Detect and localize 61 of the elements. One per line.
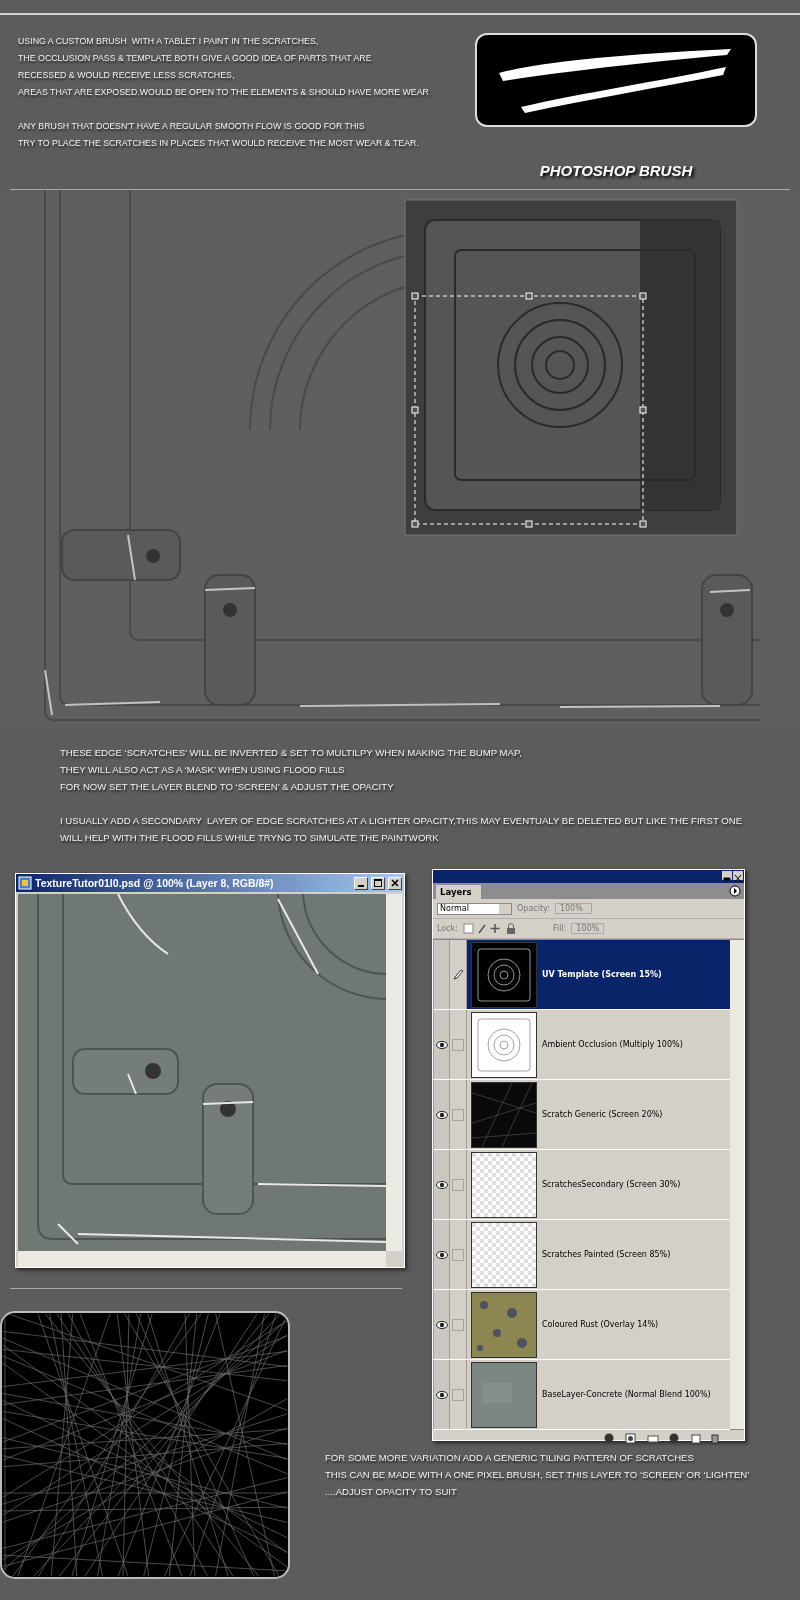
layer-thumbnail xyxy=(472,1222,536,1287)
layer-row[interactable]: Ambient Occlusion (Multiply 100%) xyxy=(433,1010,730,1080)
instruction-paragraph: THESE EDGE ‘SCRATCHES’ WILL BE INVERTED & SET TO MULTILPY WHEN MAKING THE BUMP MAP, THEY WILL ALSO ACT AS A ‘MASK’ WHEN USING FLOOD FILLS FOR NOW SET THE LAYER BLEND TO ‘SCREEN’ & ADJUST THE OPACITY xyxy=(60,746,523,794)
layer-row[interactable]: UV Template (Screen 15%) xyxy=(433,940,730,1010)
visibility-cell[interactable] xyxy=(433,1080,450,1149)
layer-name: Scratches Painted (Screen 85%) xyxy=(542,1250,671,1259)
minimize-button[interactable] xyxy=(354,876,368,890)
layer-row[interactable]: Scratch Generic (Screen 20%) xyxy=(433,1080,730,1150)
minimize-button[interactable] xyxy=(722,871,732,880)
close-icon xyxy=(389,877,401,889)
eye-icon xyxy=(435,1180,448,1189)
layer-row[interactable]: BaseLayer-Concrete (Normal Blend 100%) xyxy=(433,1360,730,1430)
layer-name: Ambient Occlusion (Multiply 100%) xyxy=(542,1040,683,1049)
eye-icon xyxy=(435,1320,448,1329)
instruction-paragraph: FOR SOME MORE VARIATION ADD A GENERIC TILING PATTERN OF SCRATCHES THIS CAN BE MADE WITH A ONE PIXEL BRUSH, SET THIS LAYER TO ‘SCREEN’ OR ‘LIGHTEN’ ....ADJUST OPACITY TO SUIT xyxy=(325,1451,750,1499)
eye-icon xyxy=(435,1250,448,1259)
layer-name: BaseLayer-Concrete (Normal Blend 100%) xyxy=(542,1390,711,1399)
visibility-cell[interactable] xyxy=(433,1360,450,1429)
visibility-cell[interactable] xyxy=(433,1220,450,1289)
close-icon xyxy=(733,874,743,883)
layer-thumbnail xyxy=(472,1152,536,1217)
layer-row[interactable]: Scratches Painted (Screen 85%) xyxy=(433,1220,730,1290)
eye-icon xyxy=(435,1110,448,1119)
vertical-scrollbar[interactable] xyxy=(386,894,402,1251)
lock-label: Lock: xyxy=(437,924,458,933)
layer-name: UV Template (Screen 15%) xyxy=(542,970,662,979)
brush-caption: PHOTOSHOP BRUSH xyxy=(539,162,693,179)
close-button[interactable] xyxy=(733,871,743,880)
eye-icon xyxy=(435,1390,448,1399)
layer-name: Scratch Generic (Screen 20%) xyxy=(542,1110,663,1119)
fill-label: Fill: xyxy=(552,924,567,933)
window-title: TextureTutor01l0.psd @ 100% (Layer 8, RGB/8#) xyxy=(35,877,275,889)
eye-icon xyxy=(435,1040,448,1049)
layer-row[interactable]: ScratchesSecondary (Screen 30%) xyxy=(433,1150,730,1220)
document-icon xyxy=(18,876,32,890)
layer-thumbnail xyxy=(472,1292,536,1357)
layer-thumbnail xyxy=(472,1362,536,1427)
maximize-icon xyxy=(372,877,384,889)
horizontal-scrollbar[interactable] xyxy=(18,1251,386,1267)
visibility-cell[interactable] xyxy=(433,1290,450,1359)
layer-row[interactable]: Coloured Rust (Overlay 14%) xyxy=(433,1290,730,1360)
blend-mode-dropdown[interactable]: Normal xyxy=(437,902,512,915)
close-button[interactable] xyxy=(388,876,402,890)
brush-icon xyxy=(452,969,464,980)
visibility-cell[interactable] xyxy=(433,940,450,1009)
instruction-paragraph: USING A CUSTOM BRUSH WITH A TABLET I PAINT IN THE SCRATCHES, THE OCCLUSION PASS & TEMPLATE BOTH GIVE A GOOD IDEA OF PARTS THAT ARE RECESSED & WOULD RECEIVE LESS SCRATCHES, AREAS THAT ARE EXPOSED.WOULD BE OPEN TO THE ELEMENTS & SHOULD HAVE MORE WEAR xyxy=(18,35,430,99)
layer-thumbnail xyxy=(472,942,536,1007)
layer-name: ScratchesSecondary (Screen 30%) xyxy=(542,1180,681,1189)
visibility-cell[interactable] xyxy=(433,1010,450,1079)
minimize-icon xyxy=(358,884,364,887)
layers-tab[interactable]: Layers xyxy=(436,885,482,899)
visibility-cell[interactable] xyxy=(433,1150,450,1219)
instruction-paragraph: I USUALLY ADD A SECONDARY LAYER OF EDGE SCRATCHES AT A LIGHTER OPACITY,THIS MAY EVENTUALY BE DELETED BUT LIKE THE FIRST ONE WILL HELP WITH THE FLOOD FILLS WHILE TRYNG TO SIMULATE THE PAINTWORK xyxy=(60,814,744,845)
layer-thumbnail xyxy=(472,1082,536,1147)
instruction-paragraph: ANY BRUSH THAT DOESN'T HAVE A REGULAR SMOOTH FLOW IS GOOD FOR THIS TRY TO PLACE THE SCRATCHES IN PLACES THAT WOULD RECEIVE THE MOST WEAR & TEAR. xyxy=(18,120,420,150)
layer-thumbnail xyxy=(472,1012,536,1077)
vertical-scrollbar[interactable] xyxy=(730,940,744,1429)
panel-menu-icon[interactable] xyxy=(729,885,741,897)
opacity-label: Opacity: xyxy=(517,904,550,913)
layer-name: Coloured Rust (Overlay 14%) xyxy=(542,1320,659,1329)
maximize-button[interactable] xyxy=(371,876,385,890)
